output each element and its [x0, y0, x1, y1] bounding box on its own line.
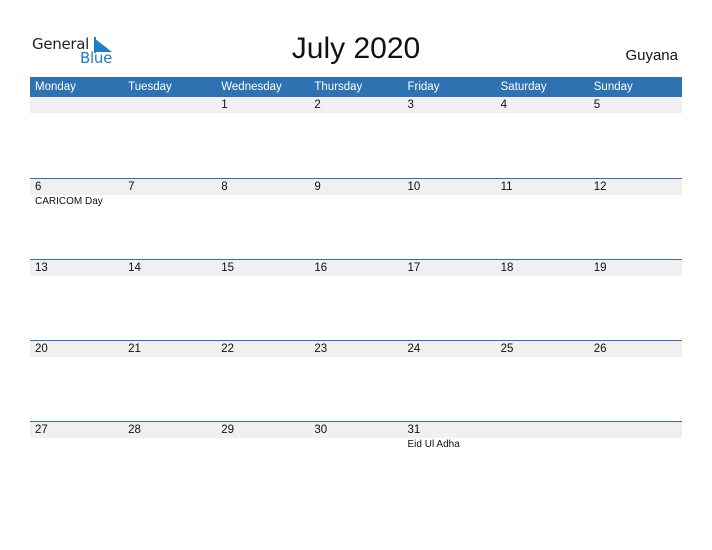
day-number — [589, 422, 682, 438]
day-number: 30 — [314, 424, 328, 436]
day-number: 27 — [35, 424, 48, 436]
weekday-tuesday: Tuesday — [128, 81, 172, 93]
day-number: 16 — [314, 262, 328, 274]
holiday-label — [496, 438, 589, 451]
holiday-label: Eid Ul Adha — [407, 439, 460, 450]
day-number: 8 — [221, 181, 228, 193]
day-number: 13 — [35, 262, 48, 274]
events-row: Eid Ul Adha — [30, 438, 682, 451]
day-number: 9 — [314, 181, 321, 193]
day-number: 28 — [128, 424, 141, 436]
day-number — [30, 97, 123, 113]
day-number — [496, 422, 589, 438]
week-row: 6 7 8 9 10 11 12 CARICOM Day — [30, 178, 682, 259]
date-band: 6 7 8 9 10 11 12 — [30, 179, 682, 195]
day-number: 14 — [128, 262, 141, 274]
day-number: 18 — [500, 262, 514, 274]
day-number: 17 — [407, 262, 421, 274]
day-number: 4 — [500, 99, 508, 111]
day-number: 12 — [593, 181, 607, 193]
calendar-grid: Monday Tuesday Wednesday Thursday Friday… — [30, 77, 682, 502]
holiday-label — [216, 438, 309, 451]
weeks-container: 1 2 3 4 5 6 7 8 9 10 11 12 CARICOM Day 13 14 15 16 17 18 19… — [30, 97, 682, 502]
date-band: 27 28 29 30 31 — [30, 422, 682, 438]
day-number: 24 — [407, 343, 421, 355]
day-number: 31 — [407, 424, 421, 436]
day-number: 25 — [500, 343, 514, 355]
day-number: 7 — [128, 181, 135, 193]
day-number: 6 — [35, 181, 42, 193]
weekday-wednesday: Wednesday — [221, 81, 282, 93]
weekday-friday: Friday — [407, 81, 440, 93]
calendar-title: July 2020 — [291, 32, 421, 65]
date-band: 1 2 3 4 5 — [30, 97, 682, 113]
holiday-label — [123, 438, 216, 451]
week-row: 1 2 3 4 5 — [30, 97, 682, 178]
holiday-label — [123, 195, 216, 208]
week-row: 20 21 22 23 24 25 26 — [30, 340, 682, 421]
date-band: 20 21 22 23 24 25 26 — [30, 341, 682, 357]
day-number: 21 — [128, 343, 141, 355]
day-number: 23 — [314, 343, 328, 355]
day-number: 22 — [221, 343, 235, 355]
day-number: 10 — [407, 181, 421, 193]
day-number: 15 — [221, 262, 235, 274]
day-number: 1 — [221, 99, 228, 111]
holiday-label: CARICOM Day — [35, 196, 103, 207]
holiday-label — [589, 438, 682, 451]
day-number: 11 — [500, 181, 513, 193]
holiday-label — [496, 195, 589, 208]
day-number: 29 — [221, 424, 235, 436]
week-row: 13 14 15 16 17 18 19 — [30, 259, 682, 340]
week-row: 27 28 29 30 31 Eid Ul Adha — [30, 421, 682, 502]
day-number: 26 — [593, 343, 607, 355]
weekday-monday: Monday — [35, 81, 76, 93]
day-number — [123, 97, 216, 113]
country-label: Guyana — [625, 47, 678, 64]
day-number: 2 — [314, 99, 321, 111]
weekday-sunday: Sunday — [593, 81, 633, 93]
weekday-thursday: Thursday — [314, 81, 363, 93]
holiday-label — [216, 195, 309, 208]
events-row: CARICOM Day — [30, 195, 682, 208]
weekday-header: Monday Tuesday Wednesday Thursday Friday… — [30, 77, 682, 97]
holiday-label — [589, 195, 682, 208]
date-band: 13 14 15 16 17 18 19 — [30, 260, 682, 276]
day-number: 3 — [407, 99, 414, 111]
day-number: 5 — [593, 99, 601, 111]
day-number: 19 — [593, 262, 607, 274]
holiday-label — [403, 195, 496, 208]
day-number: 20 — [35, 343, 48, 355]
weekday-saturday: Saturday — [500, 81, 547, 93]
holiday-label — [309, 438, 402, 451]
holiday-label — [30, 438, 123, 451]
holiday-label — [309, 195, 402, 208]
